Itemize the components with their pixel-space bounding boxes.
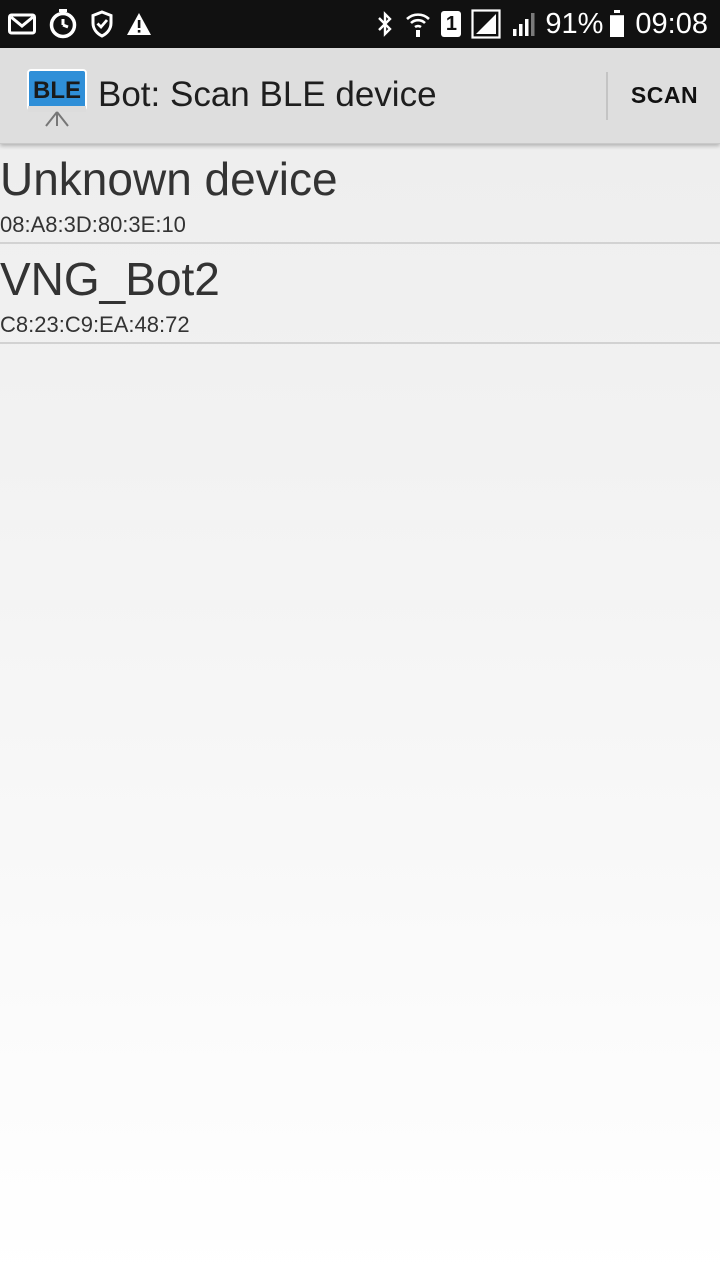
sim-1-icon: 1 [441, 11, 462, 37]
bluetooth-icon [378, 11, 393, 37]
timer-icon [49, 9, 77, 39]
notification-icons [8, 0, 164, 48]
action-bar-divider [606, 72, 608, 120]
device-address: 08:A8:3D:80:3E:10 [0, 212, 186, 237]
gmail-icon [8, 13, 36, 35]
warning-icon [127, 13, 151, 35]
signal-sim2-icon [513, 13, 535, 36]
list-item[interactable]: Unknown device 08:A8:3D:80:3E:10 [0, 144, 720, 244]
page-title: Bot: Scan BLE device [98, 75, 437, 114]
system-icons: 1 91% 09:08 [365, 0, 708, 48]
app-icon: BLE [27, 69, 87, 127]
list-item[interactable]: VNG_Bot2 C8:23:C9:EA:48:72 [0, 244, 720, 344]
status-bar: 1 91% 09:08 [0, 0, 720, 48]
device-name: VNG_Bot2 [0, 253, 220, 305]
battery-icon [610, 10, 625, 37]
battery-percent: 91% [545, 7, 604, 40]
shield-check-icon [91, 10, 113, 38]
device-list: Unknown device 08:A8:3D:80:3E:10 VNG_Bot… [0, 144, 720, 344]
clock: 09:08 [635, 7, 708, 40]
app-icon-label: BLE [33, 77, 81, 104]
wifi-call-icon [406, 13, 431, 37]
signal-sim1-icon [471, 9, 501, 39]
device-address: C8:23:C9:EA:48:72 [0, 312, 190, 337]
sim-number: 1 [445, 13, 457, 35]
scan-button[interactable]: SCAN [609, 48, 720, 143]
device-name: Unknown device [0, 153, 338, 205]
action-bar: BLE Bot: Scan BLE device SCAN [0, 48, 720, 144]
